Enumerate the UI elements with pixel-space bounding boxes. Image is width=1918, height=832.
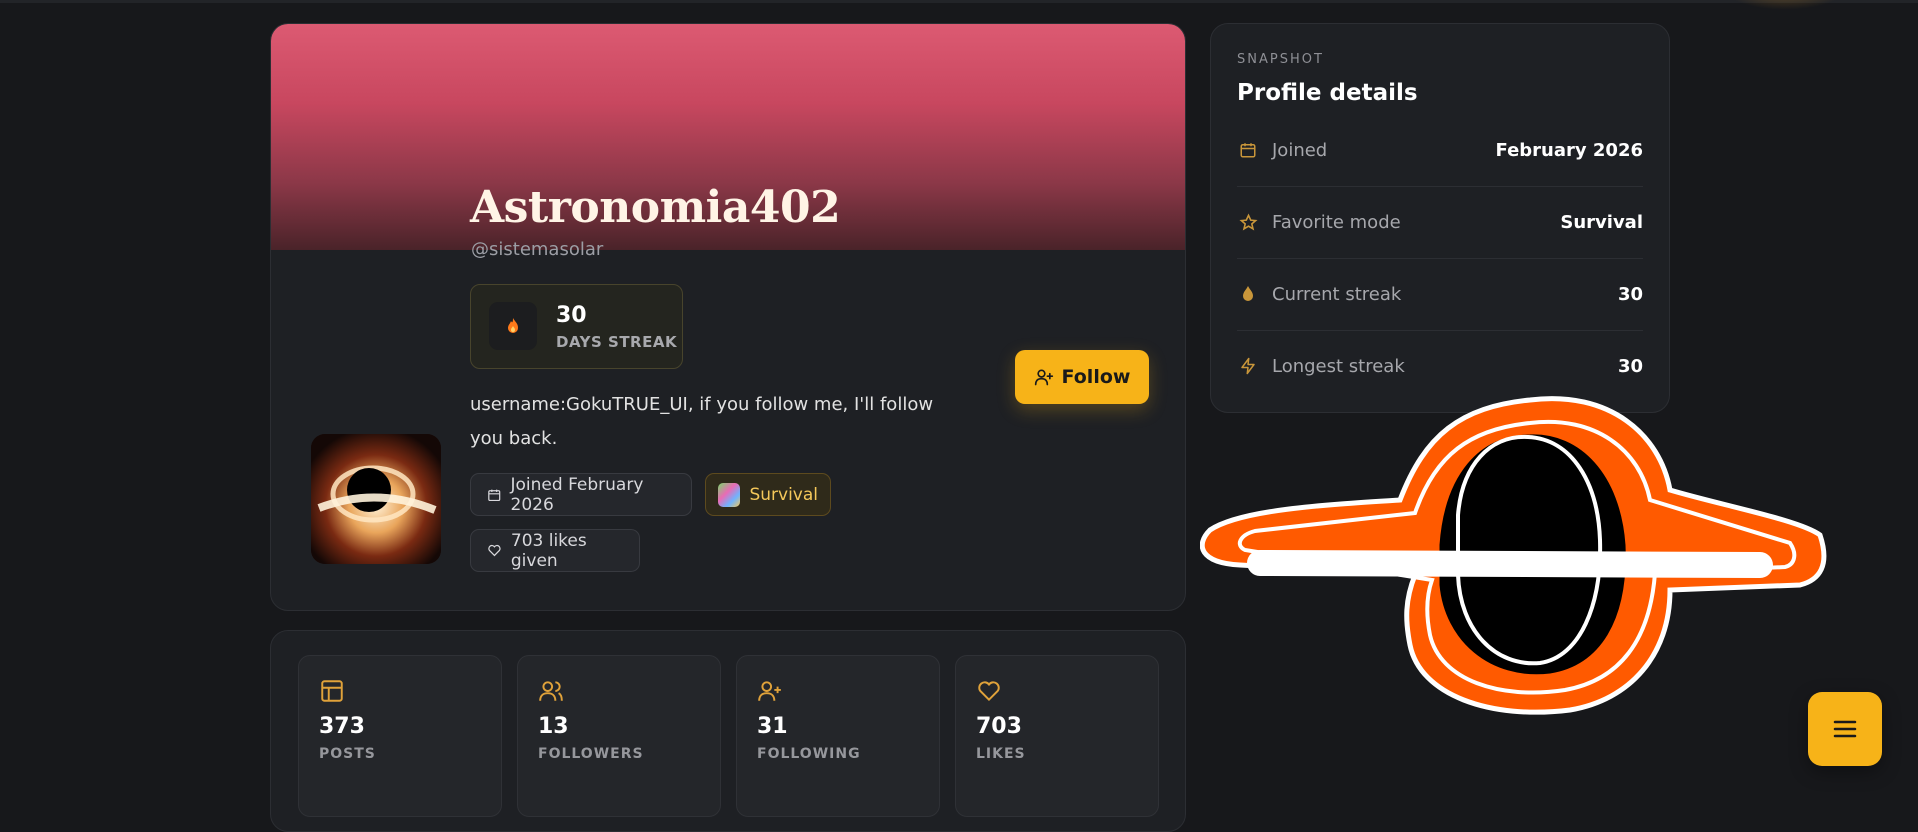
menu-button[interactable] [1808, 692, 1882, 766]
stat-posts[interactable]: 373 POSTS [298, 655, 502, 817]
hamburger-menu-icon [1833, 720, 1857, 738]
mode-chip[interactable]: Survival [705, 473, 831, 516]
followers-icon [539, 681, 563, 701]
stat-following[interactable]: 31 FOLLOWING [736, 655, 940, 817]
snapshot-row-value: Survival [1560, 211, 1643, 233]
lightning-icon [1237, 355, 1259, 377]
star-icon [1237, 211, 1259, 233]
posts-icon [321, 680, 343, 702]
likes-given-label: 703 likes given [510, 530, 587, 571]
corner-glow [1720, 0, 1850, 10]
survival-mode-icon [718, 482, 741, 507]
snapshot-row-label: Longest streak [1272, 355, 1405, 377]
profile-username: Astronomia402 [470, 182, 841, 233]
flame-icon [1237, 283, 1259, 305]
stat-label: LIKES [976, 746, 1026, 762]
following-icon [758, 681, 781, 701]
top-border [0, 0, 1918, 3]
joined-chip: Joined February 2026 [470, 473, 692, 516]
profile-handle: @sistemasolar [471, 239, 604, 260]
user-plus-icon [1034, 369, 1053, 386]
snapshot-row-label: Current streak [1272, 283, 1402, 305]
calendar-icon [488, 489, 501, 501]
black-hole-avatar-image [311, 434, 441, 564]
snapshot-row-longest-streak: Longest streak 30 [1237, 330, 1643, 402]
profile-bio: username:GokuTRUE_UI, if you follow me, … [470, 394, 934, 449]
stat-label: FOLLOWING [757, 746, 861, 762]
snapshot-row-favorite-mode: Favorite mode Survival [1237, 186, 1643, 259]
snapshot-row-current-streak: Current streak 30 [1237, 258, 1643, 331]
streak-badge: 30 DAYS STREAK [470, 284, 683, 369]
avatar[interactable] [311, 434, 441, 564]
snapshot-row-value: 30 [1617, 283, 1643, 305]
snapshot-row-value: 30 [1617, 355, 1643, 377]
stats-card: 373 POSTS 13 FOLLOWERS 31 FOLLOWING 703 … [270, 630, 1186, 832]
stat-value: 31 [757, 714, 788, 739]
stat-label: FOLLOWERS [538, 746, 644, 762]
follow-button[interactable]: Follow [1015, 350, 1149, 404]
stat-value: 13 [538, 714, 569, 739]
snapshot-panel: SNAPSHOT Profile details Joined February… [1210, 23, 1670, 413]
snapshot-row-joined: Joined February 2026 [1237, 114, 1643, 187]
likes-icon [978, 681, 1000, 702]
snapshot-row-label: Favorite mode [1272, 211, 1401, 233]
snapshot-title: Profile details [1237, 80, 1418, 106]
likes-given-chip: 703 likes given [470, 529, 640, 572]
mode-chip-label: Survival [749, 484, 818, 505]
fire-icon [489, 302, 537, 350]
stat-value: 373 [319, 714, 365, 739]
snapshot-row-value: February 2026 [1495, 139, 1643, 161]
black-hole-illustration [1200, 396, 1827, 715]
snapshot-row-label: Joined [1272, 139, 1328, 161]
profile-card: Astronomia402 @sistemasolar 30 DAYS STRE… [270, 23, 1186, 611]
calendar-icon [1237, 139, 1259, 161]
heart-icon [488, 544, 501, 557]
snapshot-eyebrow: SNAPSHOT [1237, 52, 1324, 67]
stat-likes[interactable]: 703 LIKES [955, 655, 1159, 817]
streak-label: DAYS STREAK [556, 333, 678, 351]
stat-value: 703 [976, 714, 1022, 739]
streak-value: 30 [556, 303, 587, 328]
joined-chip-label: Joined February 2026 [510, 474, 644, 515]
stat-followers[interactable]: 13 FOLLOWERS [517, 655, 721, 817]
follow-button-label: Follow [1061, 366, 1131, 388]
stat-label: POSTS [319, 746, 376, 762]
